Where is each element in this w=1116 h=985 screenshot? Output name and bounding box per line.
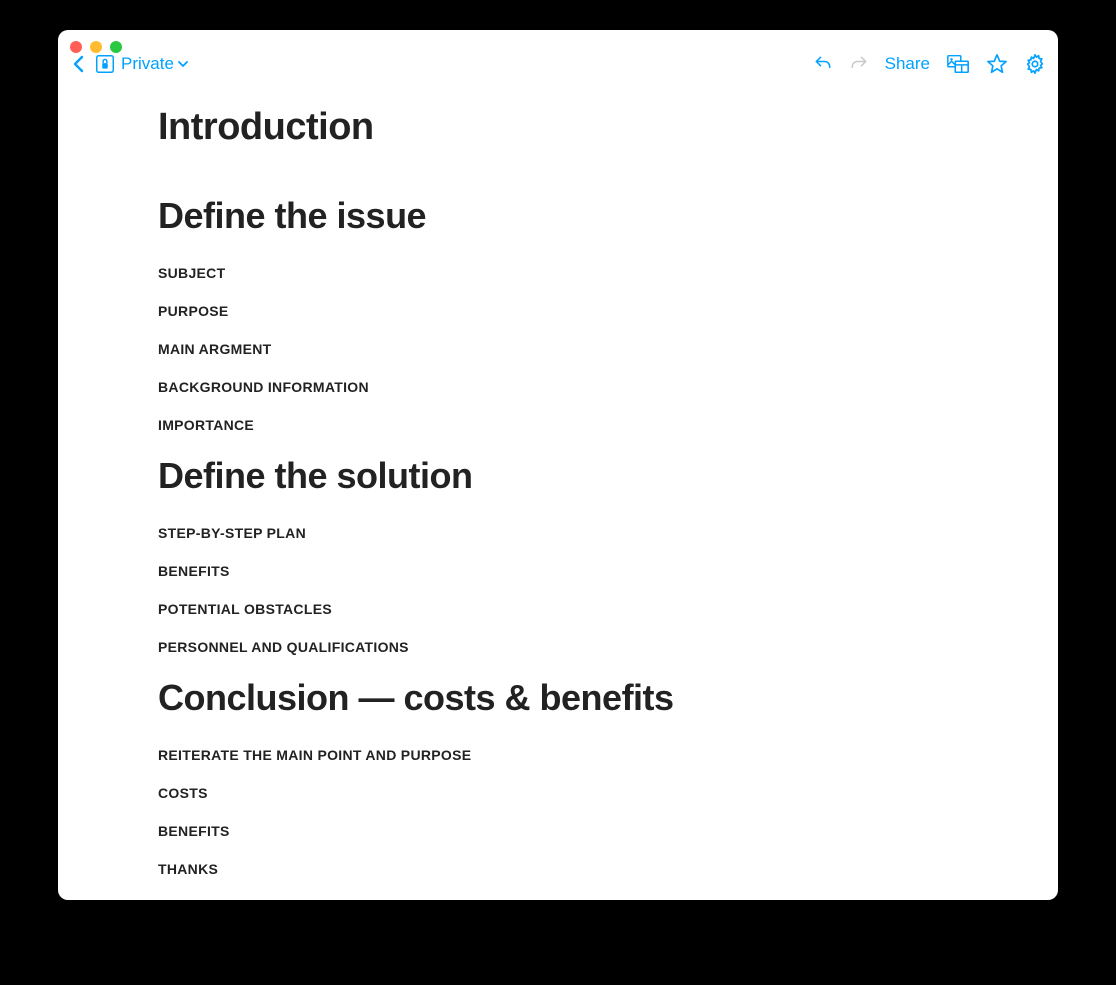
zoom-window-button[interactable] [110, 41, 122, 53]
list-item[interactable]: SUBJECT [158, 265, 958, 281]
list-item[interactable]: PURPOSE [158, 303, 958, 319]
undo-button[interactable] [813, 54, 833, 74]
list-item[interactable]: PERSONNEL AND QUALIFICATIONS [158, 639, 958, 655]
list-item[interactable]: THANKS [158, 861, 958, 877]
settings-button[interactable] [1024, 53, 1046, 75]
list-item[interactable]: BENEFITS [158, 823, 958, 839]
back-button[interactable] [70, 53, 88, 75]
list-item[interactable]: POTENTIAL OBSTACLES [158, 601, 958, 617]
share-button[interactable]: Share [885, 54, 930, 74]
heading-introduction[interactable]: Introduction [158, 106, 958, 149]
favorite-button[interactable] [986, 53, 1008, 75]
heading-define-issue[interactable]: Define the issue [158, 195, 958, 237]
close-window-button[interactable] [70, 41, 82, 53]
list-item[interactable]: REITERATE THE MAIN POINT AND PURPOSE [158, 747, 958, 763]
list-item[interactable]: BENEFITS [158, 563, 958, 579]
toolbar: Private Share [58, 30, 1058, 80]
minimize-window-button[interactable] [90, 41, 102, 53]
window-controls [70, 41, 122, 53]
lock-icon [94, 53, 116, 75]
list-item[interactable]: BACKGROUND INFORMATION [158, 379, 958, 395]
privacy-label: Private [121, 54, 174, 74]
redo-button[interactable] [849, 54, 869, 74]
list-item[interactable]: STEP-BY-STEP PLAN [158, 525, 958, 541]
list-item[interactable]: IMPORTANCE [158, 417, 958, 433]
insert-media-button[interactable] [946, 53, 970, 75]
document-content[interactable]: Introduction Define the issue SUBJECT PU… [58, 80, 1058, 900]
list-item[interactable]: CONTACT INFORMATION [158, 899, 958, 900]
heading-define-solution[interactable]: Define the solution [158, 455, 958, 497]
list-item[interactable]: MAIN ARGMENT [158, 341, 958, 357]
privacy-dropdown[interactable]: Private [94, 53, 189, 75]
app-window: Private Share [58, 30, 1058, 900]
list-item[interactable]: COSTS [158, 785, 958, 801]
heading-conclusion[interactable]: Conclusion — costs & benefits [158, 677, 958, 719]
chevron-down-icon [177, 58, 189, 70]
